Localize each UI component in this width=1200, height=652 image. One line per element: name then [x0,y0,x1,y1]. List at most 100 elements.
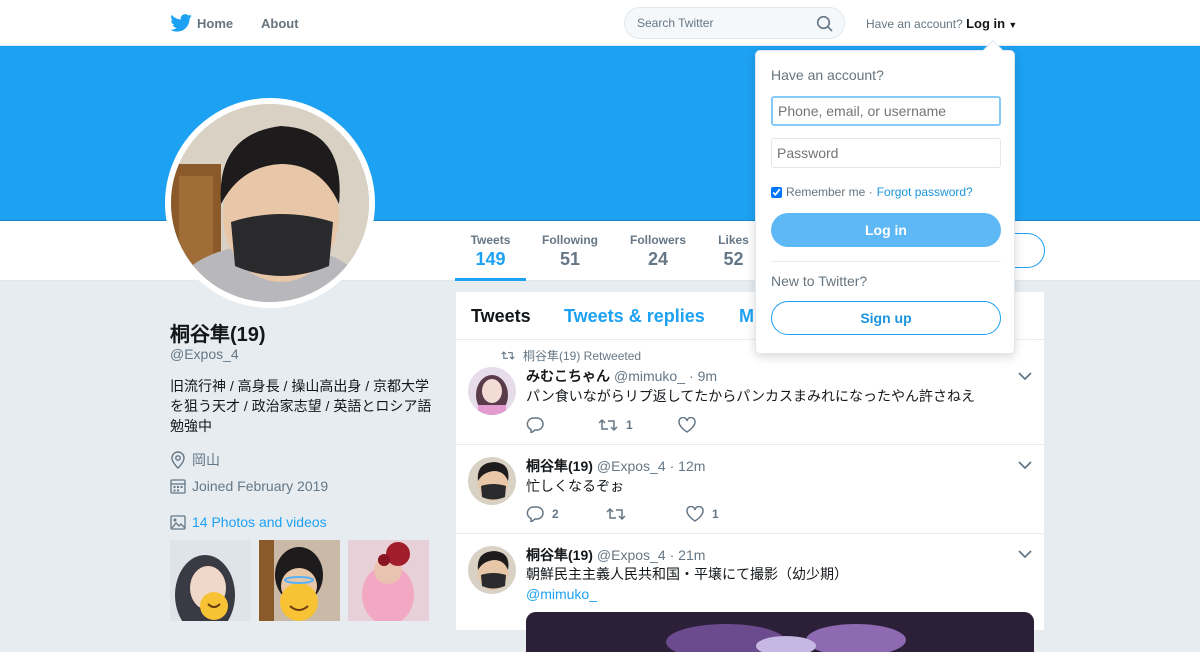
twitter-bird-icon[interactable] [170,14,192,32]
tweet-item[interactable]: 桐谷隼(19) @Expos_4 · 12m 忙しくなるぞぉ 2 1 [456,445,1044,534]
joined-text: Joined February 2019 [192,478,329,494]
username-field[interactable] [771,96,1001,126]
have-account-text: Have an account? [866,17,963,31]
stat-label: Followers [629,233,686,247]
photos-videos-link[interactable]: 14 Photos and videos [170,514,327,530]
avatar-image [171,104,369,302]
stat-value: 24 [647,249,669,269]
retweet-context: 桐谷隼(19) Retweeted [501,347,641,364]
like-action[interactable]: 1 [686,506,766,522]
remember-me-label: Remember me · [786,185,873,199]
retweet-icon [606,507,626,521]
remember-me-checkbox[interactable] [771,186,782,198]
stat-value: 52 [723,249,744,269]
chevron-down-icon[interactable] [1018,549,1032,559]
password-field[interactable] [771,138,1001,168]
tweet-author-name[interactable]: 桐谷隼(19) [526,456,593,476]
retweeted-by-text: 桐谷隼(19) Retweeted [523,349,642,363]
location-text: 岡山 [192,452,220,468]
remember-me-row: Remember me · Forgot password? [771,185,973,199]
stat-value: 51 [559,249,581,269]
tweet-actions: 1 [526,417,758,433]
retweet-count: 1 [626,418,633,432]
active-stat-indicator [455,278,526,281]
login-button[interactable]: Log in [771,213,1001,247]
tweet-header: みむこちゃん @mimuko_ · 9m [526,366,717,386]
reply-icon [526,417,544,433]
profile-handle: @Expos_4 [170,346,239,362]
nav-home-link[interactable]: Home [197,16,233,31]
profile-name: 桐谷隼(19) [170,324,266,346]
retweet-icon [598,418,618,432]
search-icon[interactable] [816,15,834,33]
tweet-item[interactable]: 桐谷隼(19) Retweeted みむこちゃん @mimuko_ · 9m パ… [456,340,1044,445]
search-input[interactable]: Search Twitter [624,7,845,39]
reply-count: 2 [552,507,559,521]
tweet-text: パン食いながらリプ返してたからパンカスまみれになったやん許さねえ [526,388,975,404]
heart-icon [678,417,696,433]
like-action[interactable] [678,417,758,433]
mention-link[interactable]: @mimuko_ [526,584,848,604]
tweet-timestamp[interactable]: · 21m [670,547,706,563]
tab-tweets[interactable]: Tweets [471,306,531,327]
tweet-text-body: 朝鮮民主主義人民共和国・平壌にて撮影（幼少期） [526,566,848,582]
retweet-icon [501,351,515,360]
tab-media[interactable]: M [739,306,754,327]
tweet-avatar[interactable] [468,546,516,594]
stat-label: Following [542,233,598,247]
tweet-avatar[interactable] [468,367,516,415]
tweet-author-name[interactable]: みむこちゃん [526,366,610,386]
stat-value: 149 [475,249,506,269]
tweet-timestamp[interactable]: · 12m [670,458,706,474]
profile-avatar[interactable] [165,98,375,308]
tweet-avatar[interactable] [468,457,516,505]
stat-followers[interactable]: Followers 24 [629,233,687,270]
photo-icon [170,514,186,530]
profile-bio: 旧流行神 / 高身長 / 操山高出身 / 京都大学を狙う天才 / 政治家志望 /… [170,378,432,434]
chevron-down-icon[interactable] [1018,460,1032,470]
avatar-photo [171,104,369,302]
tab-tweets-replies[interactable]: Tweets & replies [564,306,705,327]
tweet-text: 朝鮮民主主義人民共和国・平壌にて撮影（幼少期） @mimuko_ [526,564,848,604]
calendar-icon [170,479,186,494]
tweet-author-handle[interactable]: @Expos_4 [597,458,666,474]
tweet-item[interactable]: 桐谷隼(19) @Expos_4 · 21m 朝鮮民主主義人民共和国・平壌にて撮… [456,534,1044,652]
stat-likes[interactable]: Likes 52 [717,233,750,270]
login-dropdown: Have an account? Remember me · Forgot pa… [755,40,1015,354]
tweet-text: 忙しくなるぞぉ [526,478,624,494]
tweet-timestamp[interactable]: · 9m [689,368,717,384]
stat-label: Tweets [470,233,511,247]
tweet-author-handle[interactable]: @Expos_4 [597,547,666,563]
photo-thumbnail[interactable] [348,540,429,621]
like-count: 1 [712,507,719,521]
retweet-action[interactable] [606,507,686,521]
signup-button[interactable]: Sign up [771,301,1001,335]
login-link[interactable]: Log in [966,16,1005,31]
new-to-twitter-text: New to Twitter? [771,273,868,289]
heart-icon [686,506,704,522]
tweet-author-name[interactable]: 桐谷隼(19) [526,545,593,565]
stat-label: Likes [718,233,749,247]
photo-thumbnail[interactable] [170,540,251,621]
reply-action[interactable]: 2 [526,506,606,522]
chevron-down-icon[interactable] [1018,371,1032,381]
login-toggle[interactable]: Have an account? Log in ▼ [866,16,1017,31]
tweet-header: 桐谷隼(19) @Expos_4 · 21m [526,545,705,565]
dropdown-title: Have an account? [771,67,884,83]
tweet-author-handle[interactable]: @mimuko_ [614,368,685,384]
tweet-header: 桐谷隼(19) @Expos_4 · 12m [526,456,705,476]
tweet-media[interactable] [526,612,1034,652]
top-navigation-bar: Home About Search Twitter Have an accoun… [0,0,1200,46]
reply-action[interactable] [526,417,606,433]
stat-following[interactable]: Following 51 [541,233,599,270]
search-placeholder: Search Twitter [637,16,714,30]
photos-link-text: 14 Photos and videos [192,514,327,530]
photo-thumbnail[interactable] [259,540,340,621]
nav-about-link[interactable]: About [261,16,299,31]
caret-down-icon: ▼ [1008,20,1018,30]
retweet-action[interactable]: 1 [598,418,678,432]
stat-tweets[interactable]: Tweets 149 [470,233,511,270]
profile-location: 岡山 [170,450,220,470]
forgot-password-link[interactable]: Forgot password? [877,185,973,199]
tweet-actions: 2 1 [526,506,766,522]
